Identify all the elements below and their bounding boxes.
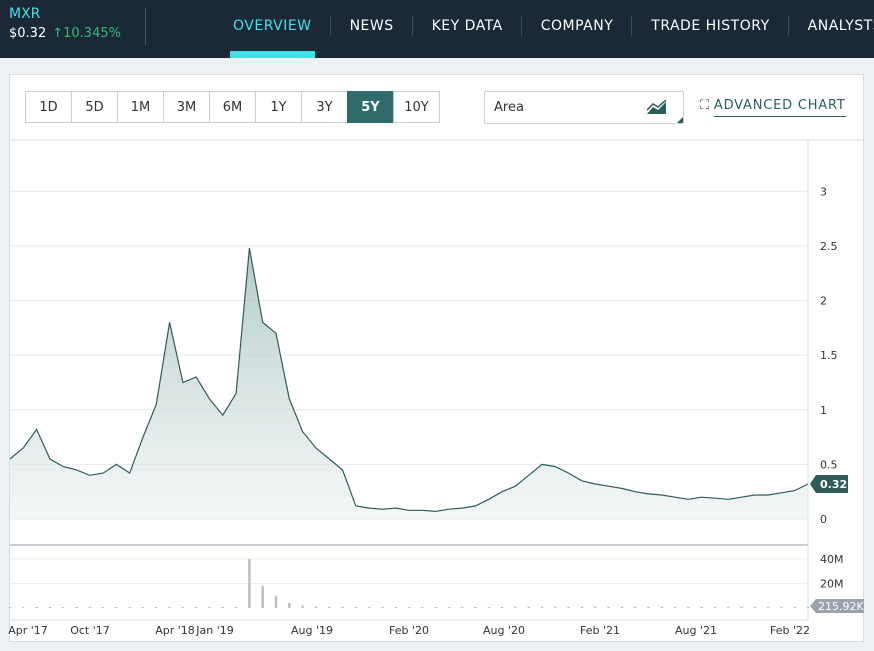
volume-bar [567,606,570,608]
x-tick-label: Apr '18 [155,624,195,637]
volume-bar [633,606,637,608]
volume-bar [647,606,650,608]
volume-bar [62,607,65,608]
price-area [10,248,808,519]
volume-bar [673,606,677,608]
volume-bar [35,607,38,608]
x-tick-label: Feb '21 [580,624,620,637]
volume-bar [155,607,158,608]
y-tick-label: 1 [820,404,827,417]
volume-bar [168,607,171,608]
volume-bar [288,603,291,608]
y-tick-label: 0.5 [820,458,838,471]
volume-bar [221,607,224,608]
y-tick-label: 2 [820,295,827,308]
price-chart[interactable]: 0 0.5 1 1.5 2 2.5 3 0.32 20M 40M 215.92K Apr '17 Oct… [0,0,874,651]
price-line-series [9,247,809,513]
volume-bar [527,606,530,608]
volume-bar [128,607,131,608]
volume-bar [620,606,623,608]
x-tick-label: Oct '17 [70,624,110,637]
volume-bar [381,607,384,608]
volume-bar [461,607,464,608]
volume-bar [88,607,91,608]
x-tick-label: Aug '21 [675,624,717,637]
volume-bar [195,607,198,608]
volume-bar [394,607,397,608]
volume-bar [261,585,264,608]
volume-bar [594,606,597,608]
volume-bar [687,606,690,608]
volume-bar [274,595,278,608]
y-tick-label: 2.5 [820,240,838,253]
volume-bar [115,607,118,608]
volume-bar [141,607,145,608]
volume-bar [580,606,584,608]
volume-bar [208,607,211,608]
volume-bar [540,606,544,608]
last-price-label: 0.32 [820,478,847,491]
x-tick-label: Aug '20 [483,624,525,637]
volume-bar [421,607,424,608]
volume-bar [766,606,770,608]
volume-bar [434,607,437,608]
volume-bar [447,607,451,608]
volume-bar [48,607,52,608]
volume-bar [22,607,25,608]
volume-bar [700,606,703,608]
volume-bar [341,606,344,608]
y-tick-label: 1.5 [820,349,838,362]
volume-bar [806,606,810,608]
volume-bar [75,607,78,608]
volume-bar [474,607,477,608]
volume-bar [780,606,783,608]
volume-bar [314,606,318,608]
volume-last-label: 215.92K [818,600,864,613]
volume-bar [101,607,105,608]
volume-bar [181,607,185,608]
volume-bar [660,606,663,608]
x-tick-label: Aug '19 [291,624,333,637]
volume-bar [727,606,730,608]
y-tick-label: 0 [820,513,827,526]
volume-bar [407,607,411,608]
volume-bar [301,605,304,608]
volume-bar [487,607,490,608]
volume-bar [234,607,238,608]
volume-bar [793,606,796,608]
volume-bar [740,606,743,608]
volume-bar [753,606,756,608]
volume-bar [500,607,504,608]
x-tick-label: Feb '20 [389,624,429,637]
volume-bar [367,607,371,608]
x-tick-label: Feb '22 [770,624,810,637]
x-tick-label: Jan '19 [195,624,233,637]
volume-bar [514,606,517,608]
volume-tick-label: 40M [820,553,844,566]
y-tick-label: 3 [820,185,827,198]
x-tick-label: Apr '17 [8,624,48,637]
volume-bar [8,607,12,608]
volume-bar [554,606,557,608]
volume-bar [607,606,610,608]
volume-bar [713,606,717,608]
volume-tick-label: 20M [820,578,844,591]
volume-bar [248,559,251,608]
volume-bar [328,606,331,608]
volume-bar [354,607,357,608]
